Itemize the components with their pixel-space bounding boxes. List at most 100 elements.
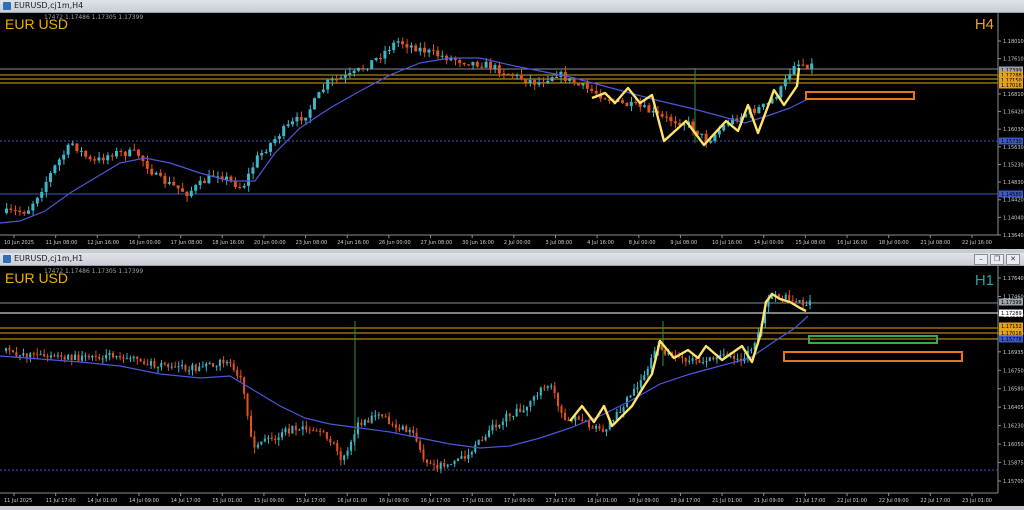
candle	[391, 424, 394, 426]
time-tick-label: 23 Jun 08:00	[296, 240, 328, 246]
candle	[463, 456, 466, 459]
candle	[203, 180, 206, 184]
candle	[346, 450, 349, 456]
candle	[374, 57, 378, 61]
candle	[66, 144, 70, 155]
candle	[167, 364, 170, 368]
candle	[238, 187, 242, 189]
candle	[581, 83, 585, 86]
candle	[634, 101, 638, 104]
time-tick-label: 8 Jul 00:00	[629, 240, 656, 246]
candle	[312, 430, 315, 432]
time-tick-label: 21 Jul 01:00	[712, 498, 742, 504]
candle	[491, 424, 494, 431]
candle	[146, 364, 149, 366]
window-titlebar[interactable]: EURUSD,cj1m,H4	[0, 0, 1024, 13]
candle	[284, 428, 287, 433]
time-tick-label: 11 Jul 2025	[4, 498, 32, 504]
candle	[474, 444, 477, 453]
time-tick-label: 17 Jul 09:00	[504, 498, 534, 504]
candle	[456, 458, 459, 461]
candle	[681, 356, 684, 358]
chart-area[interactable]: 1.176401.174601.173001.171201.169351.167…	[0, 266, 1024, 506]
chart-area[interactable]: 1.180101.176101.172001.168101.164201.160…	[0, 13, 1024, 249]
candle	[174, 366, 177, 368]
candle	[361, 68, 365, 70]
candle	[150, 168, 154, 175]
candle	[401, 41, 404, 45]
candle	[522, 410, 525, 413]
candle	[8, 348, 11, 351]
candle	[123, 151, 127, 157]
candle	[172, 182, 176, 186]
candle	[118, 356, 121, 358]
candle	[590, 88, 594, 91]
price-tag-label: 1.15730	[1001, 139, 1022, 145]
time-tick-label: 4 Jul 16:00	[587, 240, 614, 246]
candle	[598, 425, 601, 429]
candle	[243, 377, 246, 394]
candle	[247, 173, 250, 186]
candle	[79, 150, 83, 152]
candle	[532, 396, 535, 401]
candle	[615, 412, 618, 420]
price-tick-label: 1.16420	[1003, 110, 1024, 116]
price-tag-label: 1.17289	[1001, 311, 1022, 317]
time-tick-label: 26 Jun 00:00	[379, 240, 411, 246]
window-titlebar[interactable]: EURUSD,cj1m,H1 – ❐ ✕	[0, 253, 1024, 266]
restore-button[interactable]: ❐	[990, 254, 1004, 265]
price-tick-label: 1.16935	[1003, 350, 1024, 356]
chart-window-h1[interactable]: EURUSD,cj1m,H1 – ❐ ✕ 1.176401.174601.173…	[0, 253, 1024, 506]
close-button[interactable]: ✕	[1006, 254, 1020, 265]
candle	[44, 181, 48, 192]
candle	[594, 425, 597, 429]
candle	[246, 393, 249, 416]
candle	[695, 358, 698, 361]
candle	[691, 358, 694, 361]
candle	[795, 300, 798, 302]
candle	[308, 429, 311, 431]
candle	[484, 436, 487, 441]
candle	[256, 444, 259, 448]
price-tick-label: 1.14420	[1003, 198, 1024, 204]
candle	[401, 426, 404, 430]
time-tick-label: 21 Jul 17:00	[795, 498, 825, 504]
candle	[568, 78, 572, 81]
candle	[27, 210, 30, 214]
time-tick-label: 21 Jul 09:00	[754, 498, 784, 504]
candle	[370, 415, 373, 423]
candle	[212, 363, 215, 367]
minimize-button[interactable]: –	[974, 254, 988, 265]
price-tick-label: 1.15630	[1003, 145, 1024, 151]
candle	[798, 299, 801, 302]
candle	[93, 159, 96, 161]
candle	[409, 45, 413, 48]
candle	[39, 354, 42, 356]
time-tick-label: 17 Jul 17:00	[545, 498, 575, 504]
candle	[484, 61, 488, 68]
candle	[660, 113, 664, 117]
candle	[207, 175, 211, 184]
candle	[18, 210, 22, 212]
price-tick-label: 1.15875	[1003, 461, 1024, 467]
timeframe-label: H4	[974, 16, 994, 33]
candle	[75, 143, 79, 152]
candle	[605, 429, 608, 432]
candle	[143, 361, 146, 365]
candle	[663, 349, 666, 355]
candle	[88, 156, 92, 160]
price-chart[interactable]: 1.180101.176101.172001.168101.164201.160…	[0, 13, 1024, 249]
candle	[732, 355, 735, 359]
candle	[462, 63, 466, 65]
candle	[622, 407, 625, 412]
price-chart[interactable]: 1.176401.174601.173001.171201.169351.167…	[0, 266, 1024, 506]
candle	[18, 355, 21, 357]
price-tick-label: 1.16810	[1003, 92, 1024, 98]
candle	[154, 172, 158, 175]
candle	[22, 353, 25, 356]
chart-window-h4[interactable]: EURUSD,cj1m,H4 1.180101.176101.172001.16…	[0, 0, 1024, 249]
candle	[470, 452, 473, 455]
candle	[612, 419, 615, 421]
candle	[318, 430, 321, 432]
candle	[515, 74, 519, 77]
